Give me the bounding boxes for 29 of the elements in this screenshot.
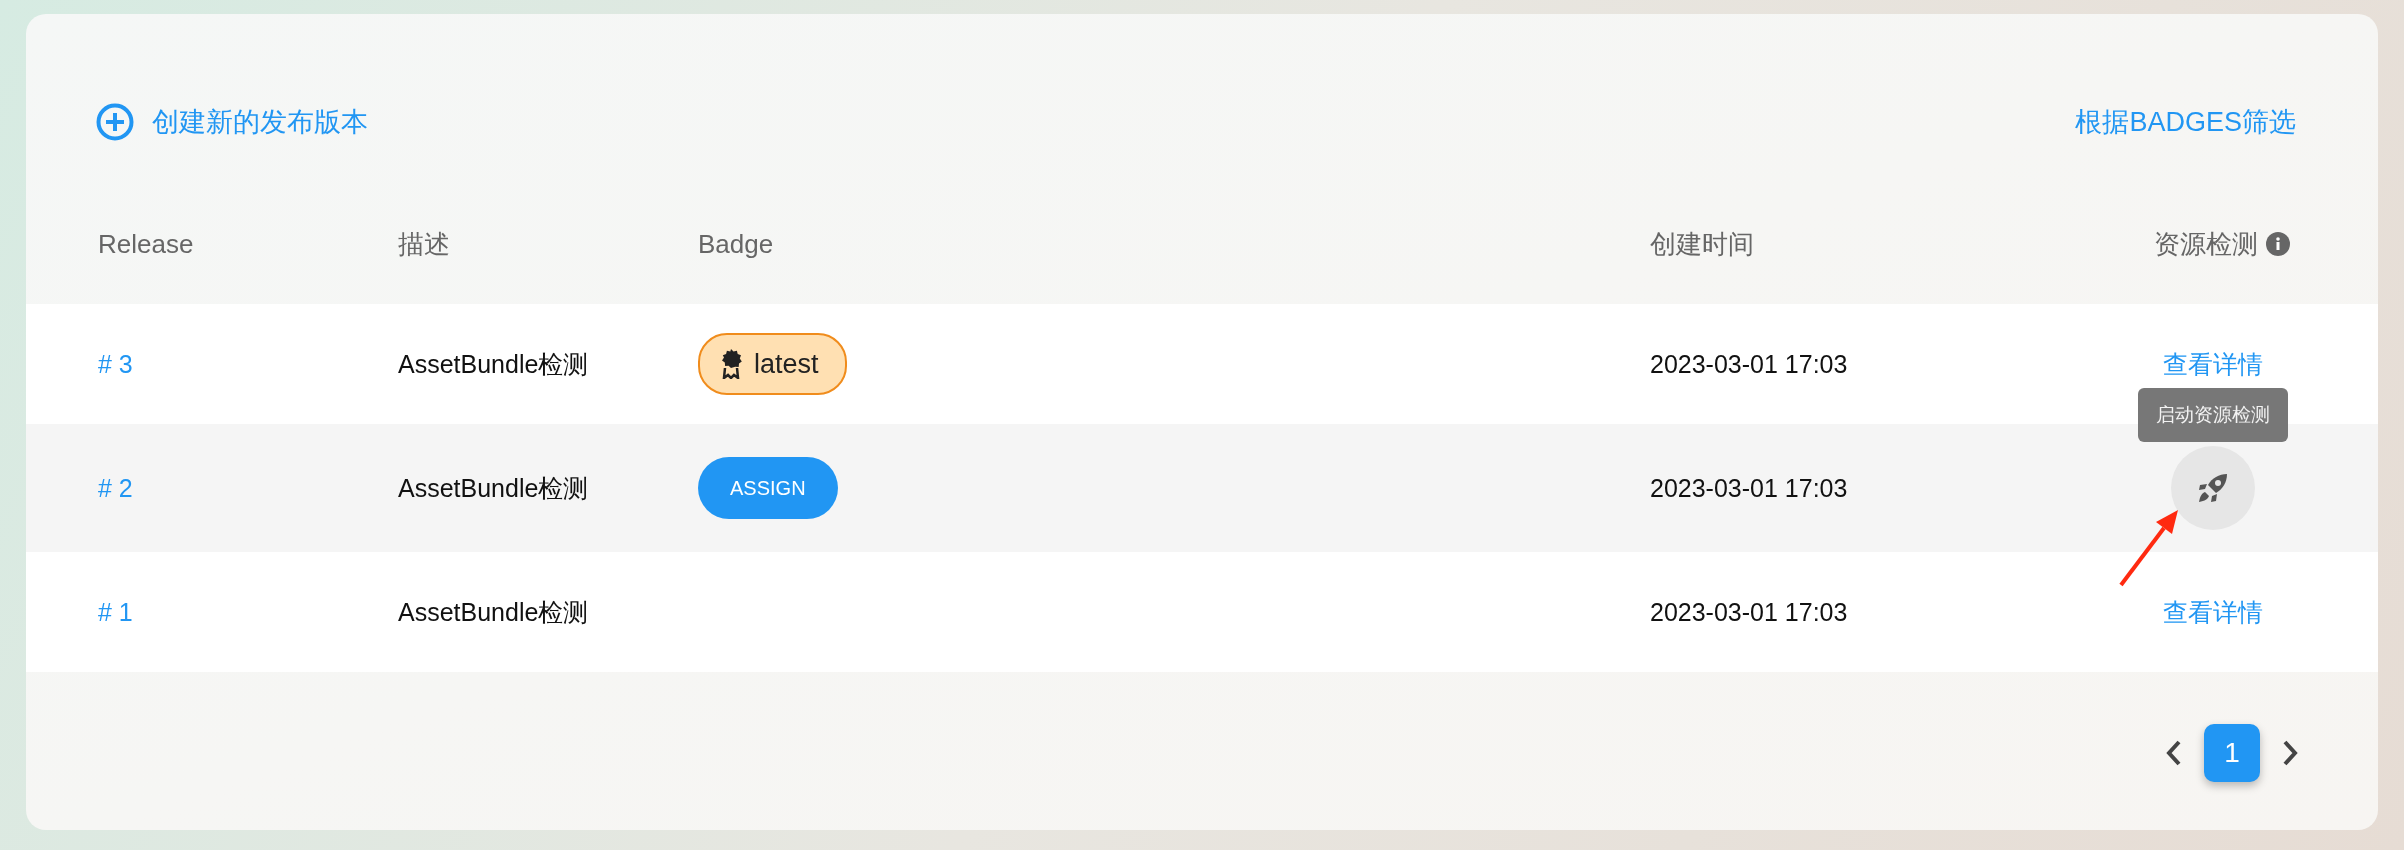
rocket-icon xyxy=(2197,472,2229,504)
award-icon xyxy=(720,349,742,379)
filter-badges-link[interactable]: 根据BADGES筛选 xyxy=(2075,104,2296,140)
next-page-icon[interactable] xyxy=(2282,740,2298,766)
column-header: Badge xyxy=(698,228,775,260)
column-header: Release xyxy=(98,228,195,260)
created-time-cell-text: 2023-03-01 17:03 xyxy=(1650,349,1849,379)
description-cell-text: AssetBundle检测 xyxy=(398,348,590,380)
tooltip: 启动资源检测 xyxy=(2138,388,2288,442)
plus-circle-icon xyxy=(96,103,134,141)
release-link[interactable]: # 2 xyxy=(98,473,398,503)
description-cell-text: AssetBundle检测 xyxy=(398,596,590,628)
column-header: 资源检测 xyxy=(2154,227,2258,261)
create-release-label: 创建新的发布版本 xyxy=(152,106,368,139)
description-cell-text: AssetBundle检测 xyxy=(398,472,590,504)
create-release-button[interactable]: 创建新的发布版本 xyxy=(96,103,368,141)
page-button[interactable]: 1 xyxy=(2204,724,2260,782)
assign-button[interactable]: ASSIGN xyxy=(698,457,838,519)
created-time-cell-text: 2023-03-01 17:03 xyxy=(1650,597,1849,627)
column-header: 描述 xyxy=(398,227,451,261)
column-header: 创建时间 xyxy=(1650,227,1755,261)
release-link[interactable]: # 3 xyxy=(98,349,398,379)
info-icon xyxy=(2266,232,2290,256)
view-details-link[interactable]: 查看详情 xyxy=(2163,347,2263,381)
created-time-cell-text: 2023-03-01 17:03 xyxy=(1650,473,1849,503)
release-link[interactable]: # 1 xyxy=(98,597,398,627)
view-details-link[interactable]: 查看详情 xyxy=(2163,595,2263,629)
badge-label: latest xyxy=(754,348,819,380)
previous-page-icon[interactable] xyxy=(2166,740,2182,766)
